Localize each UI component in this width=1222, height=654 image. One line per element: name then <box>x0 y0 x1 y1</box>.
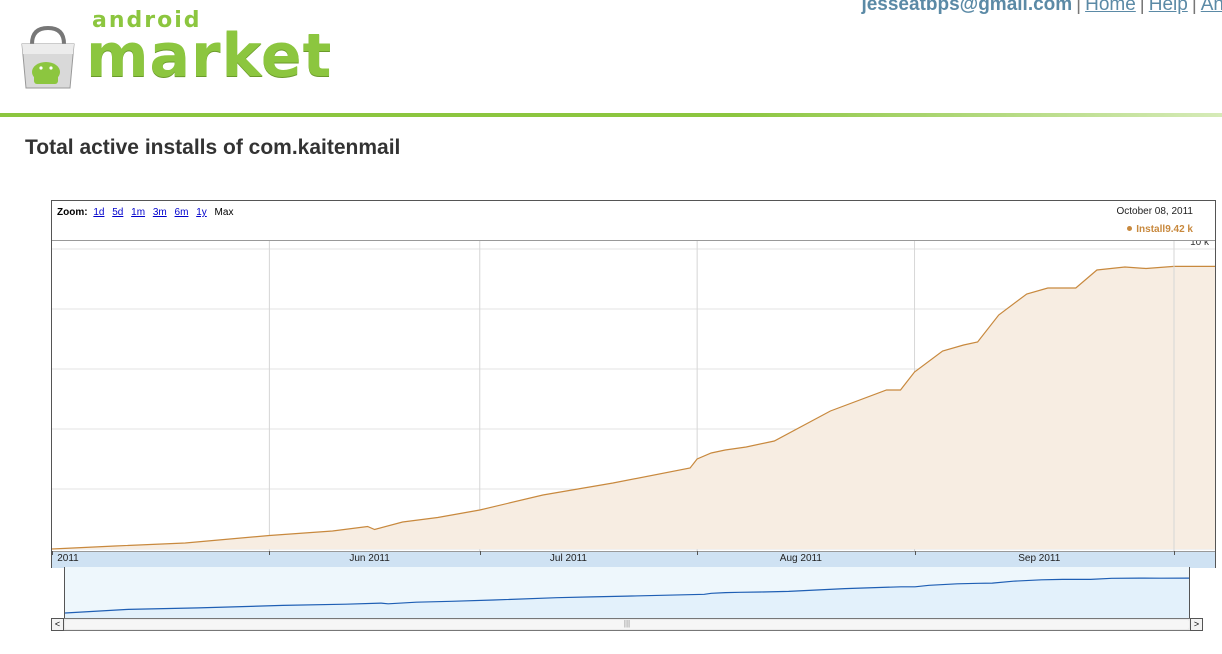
x-tick-label: Jul 2011 <box>549 553 587 564</box>
range-navigator[interactable] <box>64 567 1190 619</box>
x-tick-label: Sep 2011 <box>1018 553 1061 564</box>
nav-separator: | <box>1191 0 1197 15</box>
shopping-bag-icon <box>21 25 75 89</box>
x-tick-mark <box>269 551 271 555</box>
brand-big-text: market <box>86 21 333 91</box>
help-link[interactable]: Help <box>1149 0 1188 15</box>
header: android market jesseatbps@gmail.com | Home… <box>0 0 1222 117</box>
nav-separator: | <box>1139 0 1145 15</box>
x-tick-mark <box>1174 551 1175 555</box>
zoom-controls: Zoom: 1d 5d 1m 3m 6m 1y Max <box>57 207 238 218</box>
zoom-3m[interactable]: 3m <box>153 207 167 218</box>
legend-dot-icon <box>1127 226 1133 231</box>
home-link[interactable]: Home <box>1085 0 1136 15</box>
x-tick-label: 2011 <box>57 553 79 564</box>
scroll-right-button[interactable]: > <box>1190 618 1203 631</box>
zoom-6m[interactable]: 6m <box>175 207 189 218</box>
page-title: Total active installs of com.kaitenmail <box>25 136 401 159</box>
zoom-1y[interactable]: 1y <box>196 207 207 218</box>
x-tick-mark <box>914 551 916 555</box>
installs-chart: Zoom: 1d 5d 1m 3m 6m 1y Max October 08, … <box>51 200 1216 568</box>
scroll-thumb[interactable]: ||| <box>65 619 1189 629</box>
zoom-1d[interactable]: 1d <box>93 207 104 218</box>
android-market-logo[interactable]: android market <box>14 8 331 98</box>
y-tick-label: 10 k <box>1190 241 1210 248</box>
zoom-label: Zoom: <box>57 207 88 218</box>
user-email: jesseatbps@gmail.com <box>861 0 1073 15</box>
x-tick-label: Aug 2011 <box>779 553 822 564</box>
navigator-plot <box>64 577 1190 619</box>
x-axis: 2011 Jun 2011 Jul 2011 Aug 2011 Sep 2011 <box>52 551 1215 568</box>
chart-legend: Install9.42 k <box>1127 224 1193 235</box>
x-tick-mark <box>479 551 481 555</box>
zoom-1m[interactable]: 1m <box>131 207 145 218</box>
more-link[interactable]: An <box>1201 0 1222 15</box>
legend-series-value: 9.42 k <box>1165 224 1193 235</box>
x-tick-mark <box>697 551 699 555</box>
legend-series-name: Install <box>1136 224 1166 235</box>
x-tick-label: Jun 2011 <box>349 553 390 564</box>
top-nav: jesseatbps@gmail.com | Home | Help | An <box>861 0 1222 16</box>
current-date: October 08, 2011 <box>1116 206 1193 217</box>
zoom-max[interactable]: Max <box>215 207 234 218</box>
scroll-left-button[interactable]: < <box>51 618 64 631</box>
x-tick-mark <box>52 551 53 555</box>
header-divider <box>0 113 1222 117</box>
navigator-scrollbar[interactable]: < ||| > <box>51 618 1203 631</box>
plot-area[interactable]: 02 k4 k6 k8 k10 k <box>52 241 1215 551</box>
nav-separator: | <box>1076 0 1082 15</box>
navigator-area <box>65 578 1189 619</box>
zoom-5d[interactable]: 5d <box>112 207 123 218</box>
grip-icon: ||| <box>623 619 631 628</box>
